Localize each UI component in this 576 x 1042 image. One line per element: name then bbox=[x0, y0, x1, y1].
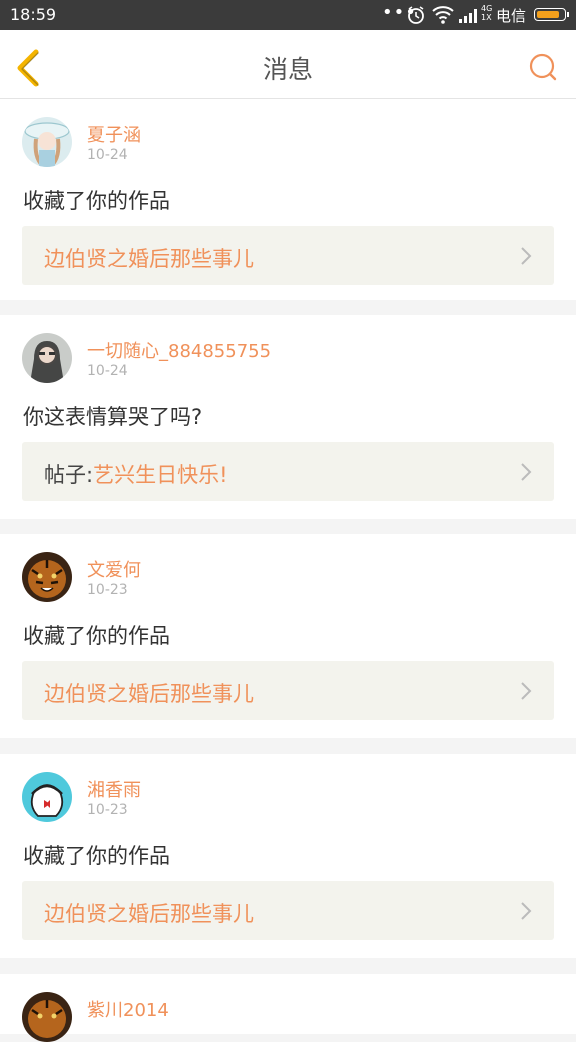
avatar-photo-image bbox=[22, 333, 72, 383]
page-title: 消息 bbox=[262, 55, 313, 84]
chevron-right-icon bbox=[521, 247, 532, 265]
search-icon[interactable] bbox=[528, 52, 558, 82]
username[interactable]: 文爱何 bbox=[87, 556, 141, 582]
username[interactable]: 夏子涵 bbox=[87, 121, 141, 147]
referenced-work-link[interactable]: 边伯贤之婚后那些事儿 bbox=[22, 661, 554, 720]
message-date: 10-24 bbox=[87, 147, 128, 163]
signal-icon bbox=[459, 9, 477, 23]
avatar[interactable] bbox=[22, 333, 72, 383]
chevron-right-icon bbox=[521, 463, 532, 481]
nav-bar: 消息 bbox=[0, 30, 576, 99]
avatar[interactable] bbox=[22, 552, 72, 602]
username[interactable]: 一切随心_884855755 bbox=[87, 337, 271, 363]
referenced-post-link[interactable]: 帖子:艺兴生日快乐! bbox=[22, 442, 554, 501]
avatar[interactable] bbox=[22, 772, 72, 822]
status-bar: 18:59 ••• 4G 1X 电信 bbox=[0, 0, 576, 30]
message-item: 夏子涵 10-24 收藏了你的作品 边伯贤之婚后那些事儿 bbox=[0, 99, 576, 300]
message-date: 10-23 bbox=[87, 582, 128, 598]
referenced-work-link[interactable]: 边伯贤之婚后那些事儿 bbox=[22, 881, 554, 940]
avatar-tiger-image bbox=[22, 992, 72, 1042]
message-item: 湘香雨 10-23 收藏了你的作品 边伯贤之婚后那些事儿 bbox=[0, 754, 576, 958]
status-time: 18:59 bbox=[10, 5, 57, 24]
message-text: 你这表情算哭了吗? bbox=[23, 405, 203, 429]
chevron-right-icon bbox=[521, 682, 532, 700]
avatar-cartoon-image bbox=[22, 772, 72, 822]
username[interactable]: 湘香雨 bbox=[87, 776, 141, 802]
message-text: 收藏了你的作品 bbox=[23, 624, 170, 648]
ref-prefix: 帖子: bbox=[44, 463, 94, 487]
message-item: 文爱何 10-23 收藏了你的作品 边伯贤之婚后那些事儿 bbox=[0, 534, 576, 738]
ref-title: 边伯贤之婚后那些事儿 bbox=[44, 682, 254, 706]
message-date: 10-23 bbox=[87, 802, 128, 818]
message-text: 收藏了你的作品 bbox=[23, 844, 170, 868]
message-date: 10-24 bbox=[87, 363, 128, 379]
wifi-icon bbox=[432, 6, 454, 24]
referenced-work-link[interactable]: 边伯贤之婚后那些事儿 bbox=[22, 226, 554, 285]
avatar-girl-hat-image bbox=[22, 117, 72, 167]
ref-title: 边伯贤之婚后那些事儿 bbox=[44, 902, 254, 926]
alarm-clock-icon bbox=[408, 6, 424, 24]
avatar[interactable] bbox=[22, 992, 72, 1042]
network-type: 4G 1X bbox=[481, 4, 493, 22]
message-item: 一切随心_884855755 10-24 你这表情算哭了吗? 帖子:艺兴生日快乐… bbox=[0, 315, 576, 519]
avatar-tiger-image bbox=[22, 552, 72, 602]
username[interactable]: 紫川2014 bbox=[87, 996, 169, 1022]
message-item: 紫川2014 bbox=[0, 974, 576, 1042]
chevron-right-icon bbox=[521, 902, 532, 920]
message-text: 收藏了你的作品 bbox=[23, 189, 170, 213]
avatar[interactable] bbox=[22, 117, 72, 167]
carrier-label: 电信 bbox=[496, 7, 527, 25]
battery-icon bbox=[534, 8, 569, 21]
ref-title: 艺兴生日快乐! bbox=[93, 463, 228, 487]
ref-title: 边伯贤之婚后那些事儿 bbox=[44, 247, 254, 271]
